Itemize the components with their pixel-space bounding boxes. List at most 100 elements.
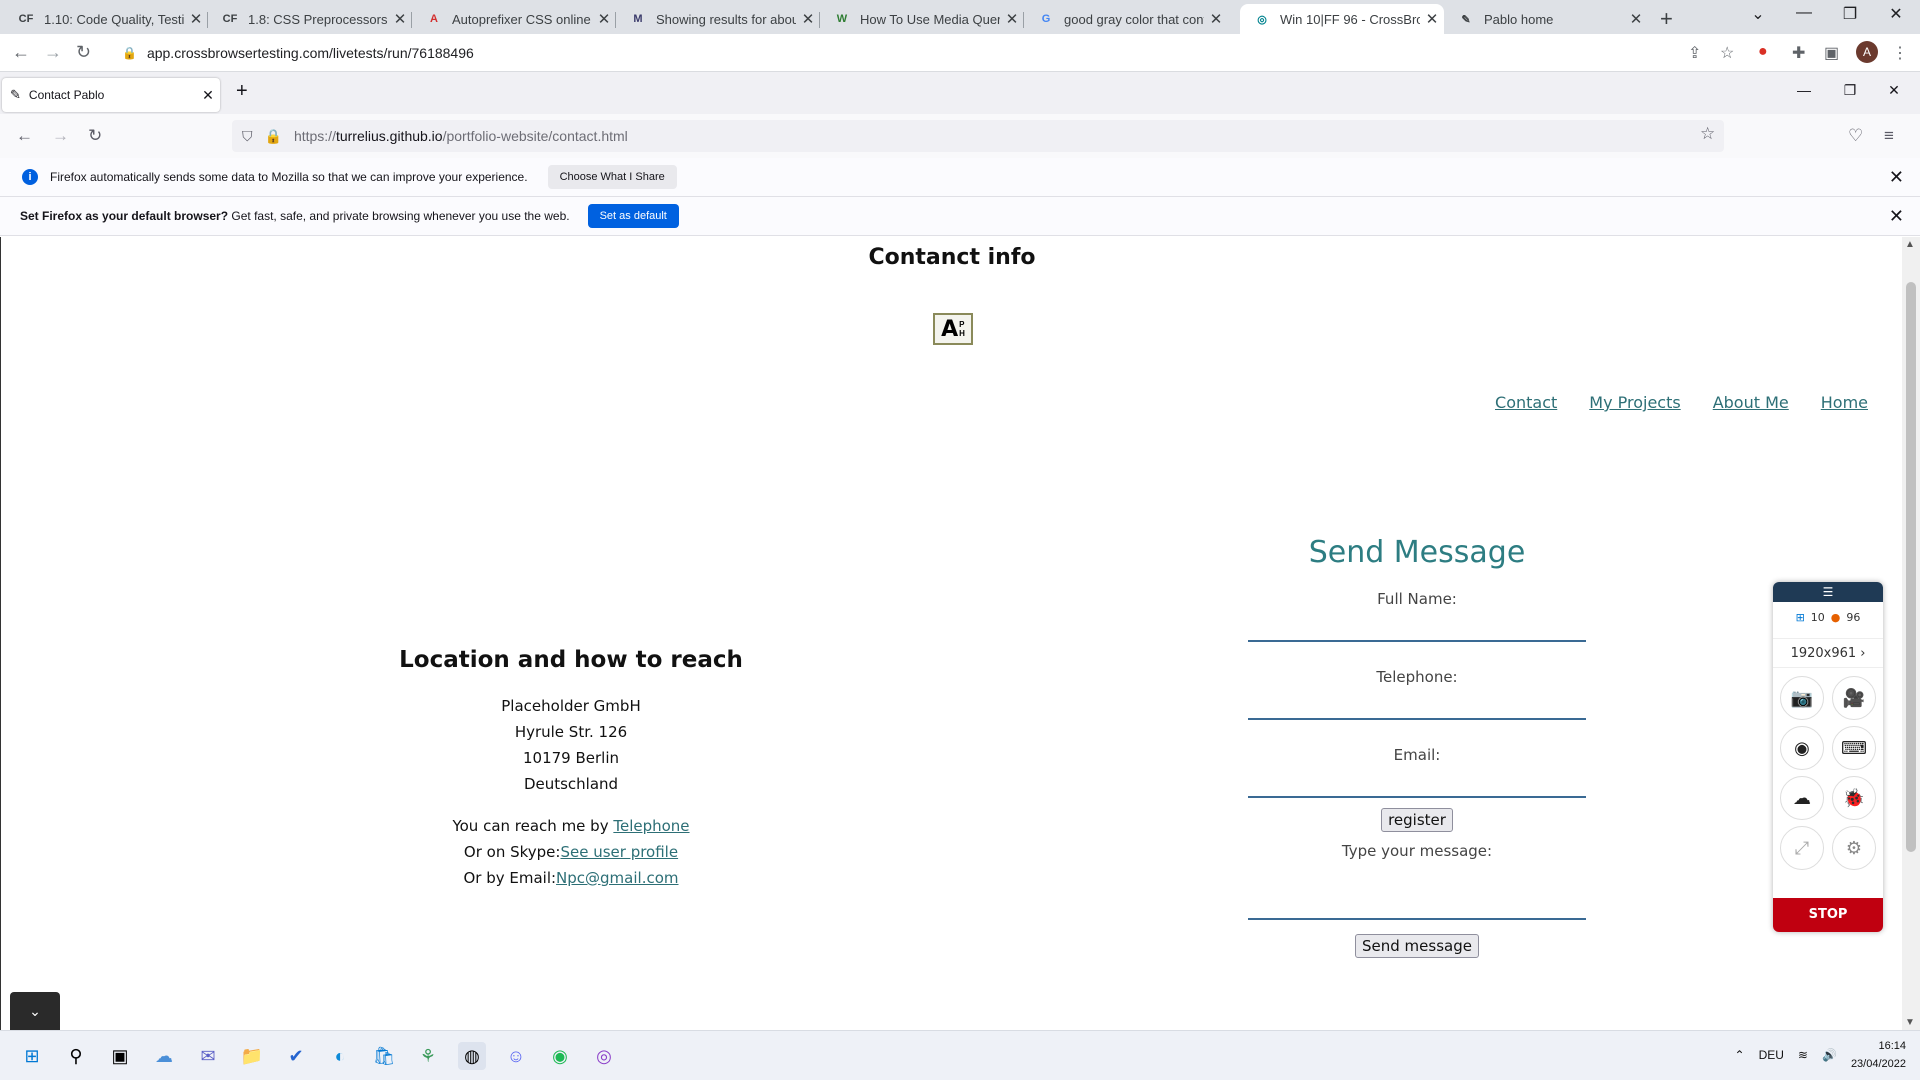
ff-minimize-icon[interactable]: — [1786, 82, 1822, 98]
extensions-puzzle-icon[interactable]: ✚ [1792, 43, 1805, 63]
chevron-right-icon: › [1860, 645, 1866, 661]
discord-icon[interactable]: ☺ [502, 1042, 530, 1070]
nav-link-home[interactable]: Home [1821, 393, 1868, 412]
windows-start-icon[interactable]: ⊞ [18, 1042, 46, 1070]
email-input[interactable] [1248, 768, 1586, 798]
scroll-up-icon[interactable]: ▲ [1905, 239, 1915, 250]
toolbar-toggle-icon[interactable]: ⌄ [10, 992, 60, 1030]
bug-report-icon[interactable]: 🐞 [1832, 776, 1876, 820]
close-tab-icon[interactable]: ✕ [1420, 10, 1444, 28]
site-logo[interactable]: A P H [933, 313, 973, 345]
ff-reload-icon[interactable]: ↻ [88, 126, 102, 146]
close-tab-icon[interactable]: ✕ [796, 10, 820, 28]
onedrive-icon[interactable]: ☁ [150, 1042, 178, 1070]
settings-gear-icon[interactable]: ⚙ [1832, 826, 1876, 870]
chrome-tab-3[interactable]: A Autoprefixer CSS online ✕ [412, 4, 616, 34]
close-tab-icon[interactable]: ✕ [388, 10, 412, 28]
teams-chat-icon[interactable]: ✉ [194, 1042, 222, 1070]
chrome-tab-8[interactable]: ✎ Pablo home ✕ [1444, 4, 1648, 34]
firefox-new-tab-button[interactable]: + [236, 80, 248, 103]
chrome-tab-1[interactable]: CF 1.10: Code Quality, Testing ✕ [4, 4, 208, 34]
chrome-tab-6[interactable]: G good gray color that contr ✕ [1024, 4, 1228, 34]
screenshot-icon[interactable]: 📷 [1780, 676, 1824, 720]
tray-chevron-icon[interactable]: ⌃ [1735, 1048, 1745, 1062]
resolution-selector[interactable]: 1920x961 › [1773, 638, 1883, 668]
nav-link-about-me[interactable]: About Me [1713, 393, 1789, 412]
tab-search-icon[interactable]: ⌄ [1738, 4, 1778, 24]
close-tab-icon[interactable]: ✕ [1000, 10, 1024, 28]
bookmark-star-icon[interactable]: ☆ [1720, 43, 1734, 63]
nav-link-contact[interactable]: Contact [1495, 393, 1557, 412]
store-icon[interactable]: 🛍 [370, 1042, 398, 1070]
ff-bookmark-star-icon[interactable]: ☆ [1700, 124, 1715, 144]
github-icon[interactable]: ◎ [590, 1042, 618, 1070]
scroll-down-icon[interactable]: ▼ [1905, 1017, 1915, 1028]
close-tab-icon[interactable]: ✕ [592, 10, 616, 28]
app-icon[interactable]: ⚘ [414, 1042, 442, 1070]
spotify-icon[interactable]: ◉ [546, 1042, 574, 1070]
firefox-address-bar[interactable]: ⛉ 🔒 https://turrelius.github.io/portfoli… [232, 120, 1724, 152]
file-explorer-icon[interactable]: 📁 [238, 1042, 266, 1070]
video-record-icon[interactable]: 🎥 [1832, 676, 1876, 720]
search-icon[interactable]: ⚲ [62, 1042, 90, 1070]
wifi-icon[interactable]: ≋ [1798, 1048, 1808, 1062]
close-tab-icon[interactable]: ✕ [196, 87, 220, 104]
skype-link[interactable]: See user profile [560, 843, 678, 861]
pocket-icon[interactable]: ♡ [1848, 126, 1863, 146]
message-input[interactable] [1248, 864, 1586, 920]
language-indicator[interactable]: DEU [1759, 1048, 1784, 1062]
chrome-tab-7-active[interactable]: ◎ Win 10|FF 96 - CrossBrows ✕ [1240, 4, 1444, 34]
extension-icon[interactable]: ● [1758, 43, 1768, 61]
set-as-default-button[interactable]: Set as default [587, 204, 679, 228]
ff-back-icon[interactable]: ← [16, 126, 33, 146]
chrome-icon[interactable]: ◍ [458, 1042, 486, 1070]
maximize-icon[interactable]: ❐ [1830, 4, 1870, 24]
close-tab-icon[interactable]: ✕ [1204, 10, 1228, 28]
close-tab-icon[interactable]: ✕ [1624, 10, 1648, 28]
share-icon[interactable]: ⇪ [1688, 43, 1701, 63]
send-message-button[interactable]: Send message [1355, 934, 1479, 958]
close-notification-icon[interactable]: ✕ [1889, 206, 1904, 227]
volume-icon[interactable]: 🔊 [1822, 1048, 1837, 1062]
minimize-icon[interactable]: — [1784, 4, 1824, 22]
choose-what-i-share-button[interactable]: Choose What I Share [547, 165, 677, 189]
keyboard-icon[interactable]: ⌨ [1832, 726, 1876, 770]
task-view-icon[interactable]: ▣ [106, 1042, 134, 1070]
telephone-link[interactable]: Telephone [613, 817, 689, 835]
ff-close-icon[interactable]: ✕ [1876, 82, 1912, 99]
address-line: Hyrule Str. 126 [514, 723, 628, 741]
telephone-input[interactable] [1248, 690, 1586, 720]
close-window-icon[interactable]: ✕ [1876, 4, 1916, 24]
ff-restore-icon[interactable]: ❐ [1832, 82, 1868, 99]
firefox-tab-contact[interactable]: ✎ Contact Pablo ✕ [2, 78, 220, 112]
profile-avatar[interactable]: A [1856, 41, 1878, 63]
back-icon[interactable]: ← [12, 42, 30, 63]
side-panel-icon[interactable]: ▣ [1824, 43, 1839, 63]
scrollbar-thumb[interactable] [1906, 282, 1916, 852]
chrome-tab-4[interactable]: M Showing results for about ✕ [616, 4, 820, 34]
nav-link-my-projects[interactable]: My Projects [1589, 393, 1680, 412]
drag-handle-icon[interactable]: ☰ [1773, 582, 1883, 602]
full-name-input[interactable] [1248, 612, 1586, 642]
new-tab-button[interactable]: + [1660, 6, 1673, 32]
reload-icon[interactable]: ↻ [76, 42, 91, 63]
page-scrollbar[interactable]: ▲ ▼ [1902, 237, 1920, 1030]
chrome-address-bar[interactable]: 🔒 app.crossbrowsertesting.com/livetests/… [108, 39, 1708, 67]
upload-cloud-icon[interactable]: ☁ [1780, 776, 1824, 820]
chrome-tab-5[interactable]: W How To Use Media Querie ✕ [820, 4, 1024, 34]
close-notification-icon[interactable]: ✕ [1889, 167, 1904, 188]
browser-switch-icon[interactable]: ◉ [1780, 726, 1824, 770]
todo-icon[interactable]: ✔ [282, 1042, 310, 1070]
edge-icon[interactable]: ◐ [326, 1042, 354, 1070]
email-link[interactable]: Npc@gmail.com [556, 869, 678, 887]
register-button[interactable]: register [1381, 808, 1453, 832]
ff-menu-icon[interactable]: ≡ [1884, 126, 1894, 146]
forward-icon[interactable]: → [44, 42, 62, 63]
chrome-tab-2[interactable]: CF 1.8: CSS Preprocessors & C ✕ [208, 4, 412, 34]
ff-forward-icon[interactable]: → [52, 126, 69, 146]
close-tab-icon[interactable]: ✕ [184, 10, 208, 28]
chrome-menu-icon[interactable]: ⋮ [1892, 43, 1908, 63]
clock[interactable]: 16:14 23/04/2022 [1851, 1037, 1906, 1073]
fit-screen-icon[interactable]: ⤢ [1780, 826, 1824, 870]
stop-button[interactable]: STOP [1773, 898, 1883, 932]
